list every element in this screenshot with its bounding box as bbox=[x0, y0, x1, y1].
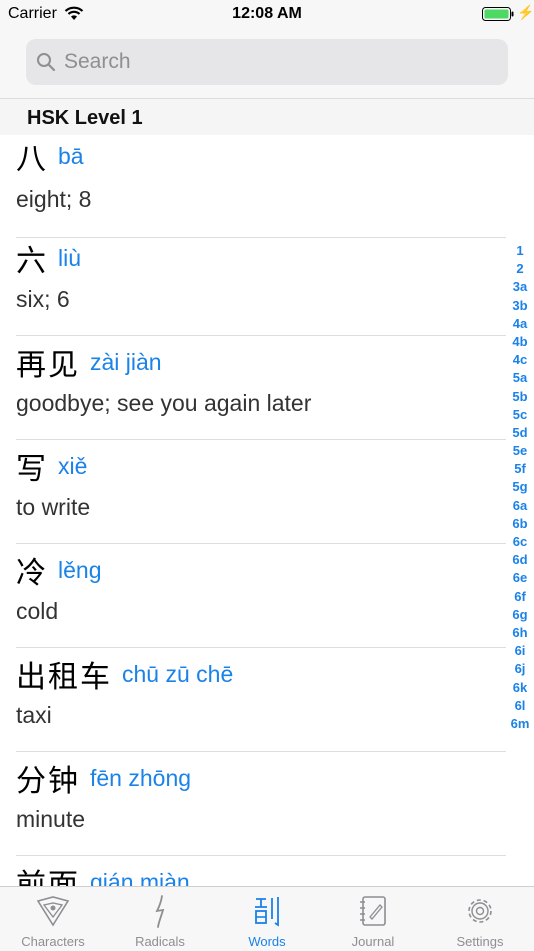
word-hanzi: 六 bbox=[16, 244, 48, 279]
word-meaning: taxi bbox=[16, 702, 52, 728]
word-pinyin: liù bbox=[58, 244, 82, 271]
section-index[interactable]: 1 2 3a 3b 4a 4b 4c 5a 5b 5c 5d 5e 5f 5g … bbox=[506, 242, 534, 733]
section-header: HSK Level 1 bbox=[0, 98, 534, 135]
word-meaning: eight; 8 bbox=[16, 186, 92, 212]
search-input[interactable] bbox=[64, 39, 494, 85]
index-item[interactable]: 5b bbox=[506, 388, 534, 406]
tab-characters[interactable]: Characters bbox=[0, 887, 106, 951]
word-pinyin: qián miàn bbox=[90, 868, 190, 887]
word-hanzi: 出租车 bbox=[16, 660, 112, 695]
search-icon bbox=[36, 52, 56, 77]
index-item[interactable]: 4b bbox=[506, 333, 534, 351]
index-item[interactable]: 6e bbox=[506, 569, 534, 587]
index-item[interactable]: 6f bbox=[506, 588, 534, 606]
journal-icon bbox=[355, 893, 391, 934]
word-hanzi: 分钟 bbox=[16, 764, 80, 799]
index-item[interactable]: 6m bbox=[506, 715, 534, 733]
settings-icon bbox=[462, 893, 498, 934]
word-pinyin: bā bbox=[58, 142, 84, 169]
index-item[interactable]: 6d bbox=[506, 551, 534, 569]
tab-label: Words bbox=[248, 934, 286, 949]
word-hanzi: 八 bbox=[16, 142, 48, 177]
word-hanzi: 前面 bbox=[16, 868, 80, 886]
tab-radicals[interactable]: Radicals bbox=[107, 887, 213, 951]
index-item[interactable]: 5f bbox=[506, 460, 534, 478]
index-item[interactable]: 5c bbox=[506, 406, 534, 424]
index-item[interactable]: 5a bbox=[506, 369, 534, 387]
battery-icon bbox=[482, 7, 514, 26]
index-item[interactable]: 3a bbox=[506, 278, 534, 296]
word-list[interactable]: 八 bā eight; 8 六 liù six; 6 再见 zài jiàn good… bbox=[0, 134, 534, 886]
clock: 12:08 AM bbox=[232, 5, 302, 22]
word-meaning: cold bbox=[16, 598, 59, 624]
tab-label: Journal bbox=[351, 934, 395, 949]
list-item[interactable]: 再见 zài jiàn goodbye; see you again later bbox=[0, 336, 534, 440]
index-item[interactable]: 1 bbox=[506, 242, 534, 260]
index-item[interactable]: 5d bbox=[506, 424, 534, 442]
list-item[interactable]: 分钟 fēn zhōng minute bbox=[0, 752, 534, 856]
index-item[interactable]: 4a bbox=[506, 315, 534, 333]
tab-settings[interactable]: Settings bbox=[427, 887, 533, 951]
tab-label: Radicals bbox=[135, 934, 185, 949]
word-hanzi: 再见 bbox=[16, 348, 80, 383]
word-pinyin: fēn zhōng bbox=[90, 764, 192, 791]
list-item[interactable]: 冷 lěng cold bbox=[0, 544, 534, 648]
charging-icon: ⚡ bbox=[517, 4, 534, 20]
index-item[interactable]: 6a bbox=[506, 497, 534, 515]
words-icon bbox=[249, 893, 285, 934]
word-meaning: six; 6 bbox=[16, 286, 70, 312]
word-pinyin: zài jiàn bbox=[90, 348, 162, 375]
index-item[interactable]: 5g bbox=[506, 478, 534, 496]
index-item[interactable]: 6j bbox=[506, 660, 534, 678]
index-item[interactable]: 6b bbox=[506, 515, 534, 533]
word-hanzi: 冷 bbox=[16, 556, 48, 591]
index-item[interactable]: 6h bbox=[506, 624, 534, 642]
tab-journal[interactable]: Journal bbox=[320, 887, 426, 951]
word-pinyin: xiě bbox=[58, 452, 88, 479]
index-item[interactable]: 6c bbox=[506, 533, 534, 551]
status-bar: Carrier 12:08 AM ⚡ bbox=[0, 0, 534, 28]
index-item[interactable]: 4c bbox=[506, 351, 534, 369]
word-meaning: goodbye; see you again later bbox=[16, 390, 312, 416]
tab-label: Settings bbox=[456, 934, 504, 949]
tab-bar: Characters Radicals Words Journal Settin… bbox=[0, 886, 534, 951]
list-item[interactable]: 出租车 chū zū chē taxi bbox=[0, 648, 534, 752]
tab-label: Characters bbox=[21, 934, 85, 949]
list-item[interactable]: 写 xiě to write bbox=[0, 440, 534, 544]
index-item[interactable]: 6l bbox=[506, 697, 534, 715]
word-pinyin: chū zū chē bbox=[122, 660, 234, 687]
index-item[interactable]: 2 bbox=[506, 260, 534, 278]
index-item[interactable]: 6i bbox=[506, 642, 534, 660]
word-pinyin: lěng bbox=[58, 556, 102, 583]
list-item[interactable]: 六 liù six; 6 bbox=[0, 232, 534, 336]
index-item[interactable]: 3b bbox=[506, 297, 534, 315]
word-hanzi: 写 bbox=[16, 452, 48, 487]
word-meaning: minute bbox=[16, 806, 86, 832]
index-item[interactable]: 6k bbox=[506, 679, 534, 697]
word-meaning: to write bbox=[16, 494, 91, 520]
index-item[interactable]: 6g bbox=[506, 606, 534, 624]
index-item[interactable]: 5e bbox=[506, 442, 534, 460]
characters-icon bbox=[35, 893, 71, 934]
tab-words[interactable]: Words bbox=[214, 887, 320, 951]
radicals-icon bbox=[142, 893, 178, 934]
list-item[interactable]: 前面 qián miàn bbox=[0, 856, 534, 886]
search-bar bbox=[0, 28, 534, 98]
list-item[interactable]: 八 bā eight; 8 bbox=[0, 134, 534, 238]
section-title: HSK Level 1 bbox=[27, 107, 143, 129]
search-box[interactable] bbox=[26, 39, 508, 85]
